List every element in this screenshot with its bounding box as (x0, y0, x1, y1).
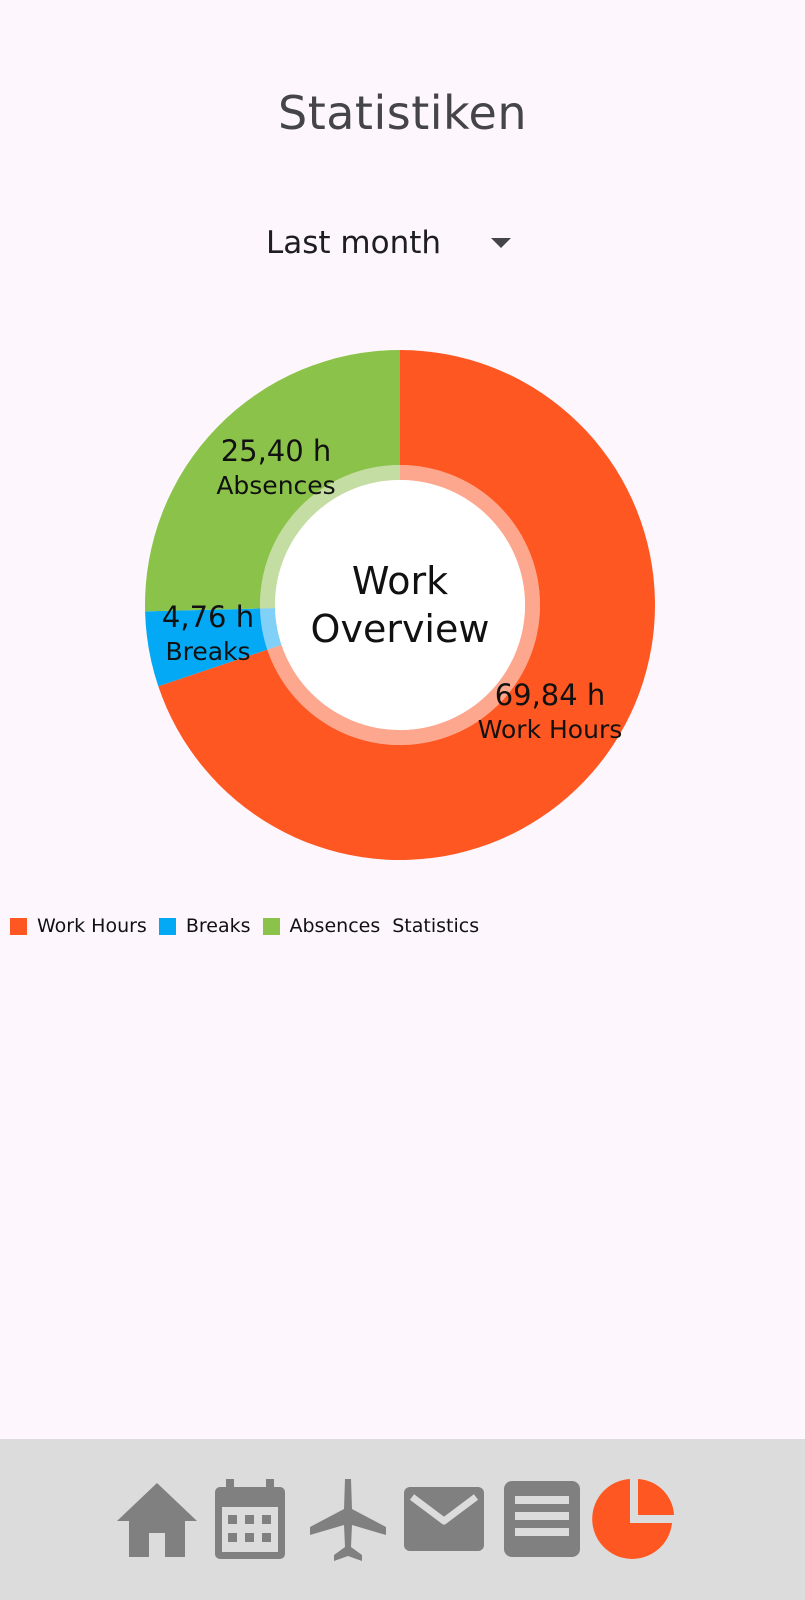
nav-messages-button[interactable] (402, 1469, 486, 1569)
nav-list-button[interactable] (500, 1469, 584, 1569)
legend-item-absences: Absences (262, 915, 381, 937)
nav-calendar-button[interactable] (208, 1469, 292, 1569)
home-icon (117, 1483, 197, 1557)
legend-item-breaks: Breaks (158, 915, 251, 937)
airplane-icon (310, 1479, 386, 1561)
chart-legend: Work Hours Breaks Absences Statistics (10, 915, 479, 937)
period-dropdown-value: Last month (266, 225, 442, 261)
donut-svg (145, 350, 655, 860)
legend-suffix-label: Statistics (392, 915, 480, 937)
legend-swatch-work-hours (10, 917, 27, 935)
nav-home-button[interactable] (115, 1469, 199, 1569)
page-title: Statistiken (278, 86, 527, 140)
dropdown-caret-icon (491, 238, 511, 248)
mail-icon (404, 1487, 484, 1551)
legend-item-work-hours: Work Hours (10, 915, 147, 937)
pie-chart-icon (592, 1479, 674, 1559)
nav-statistics-button[interactable] (592, 1469, 676, 1569)
list-icon (504, 1481, 580, 1557)
nav-absence-button[interactable] (306, 1469, 390, 1569)
legend-label-work-hours: Work Hours (37, 915, 147, 937)
bottom-navigation-bar (0, 1439, 805, 1600)
legend-swatch-absences (262, 917, 280, 935)
calendar-icon (215, 1479, 285, 1559)
legend-label-absences: Absences (289, 915, 381, 937)
work-overview-donut-chart: Work Overview 25,40 h Absences 4,76 h Br… (140, 345, 660, 865)
legend-swatch-breaks (158, 917, 176, 935)
donut-center-hole (275, 480, 525, 730)
period-dropdown[interactable]: Last month (266, 218, 526, 268)
legend-label-breaks: Breaks (185, 915, 251, 937)
